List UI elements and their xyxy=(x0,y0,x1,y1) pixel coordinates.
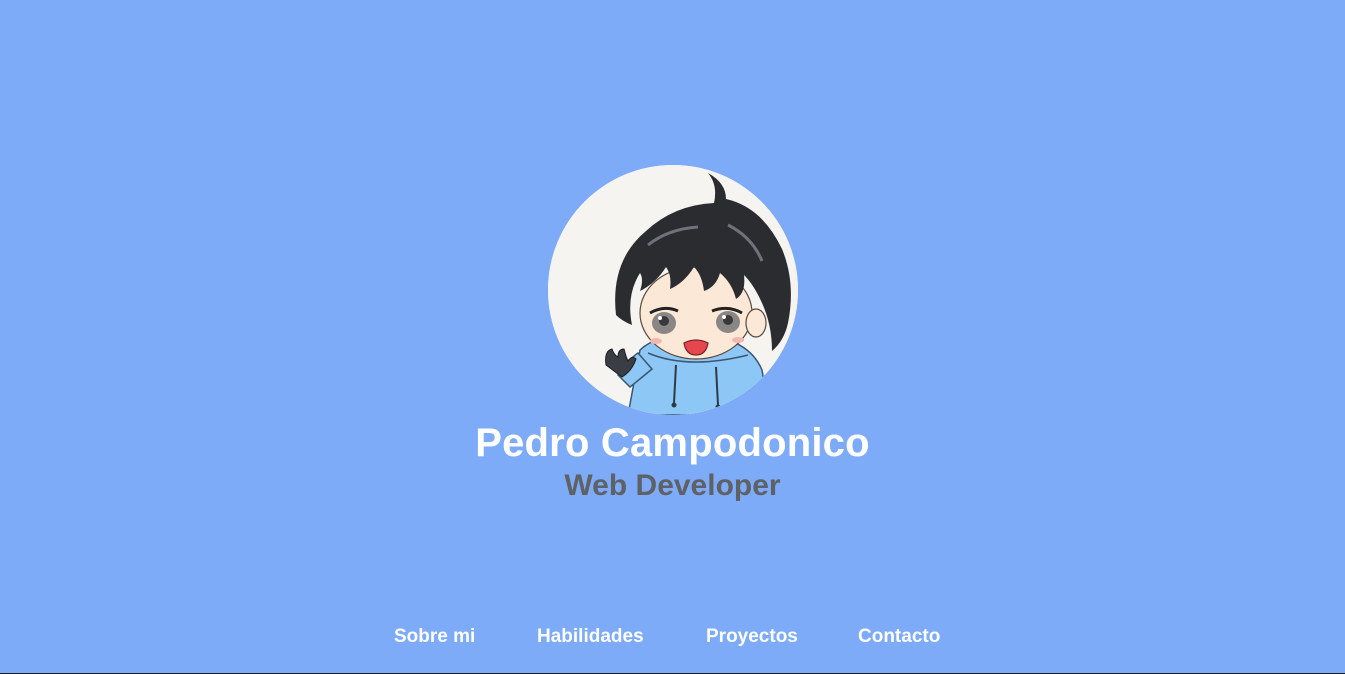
cartoon-boy-avatar-icon xyxy=(548,165,798,415)
hero-section: Pedro Campodonico Web Developer Sobre mi… xyxy=(0,0,1345,673)
nav-link-habilidades[interactable]: Habilidades xyxy=(537,624,644,650)
profile-name: Pedro Campodonico xyxy=(475,421,870,465)
profile-role: Web Developer xyxy=(564,469,781,502)
nav-link-proyectos[interactable]: Proyectos xyxy=(706,624,798,650)
main-navigation: Sobre mi Habilidades Proyectos Contacto xyxy=(0,624,1345,652)
nav-link-sobre-mi[interactable]: Sobre mi xyxy=(394,624,475,650)
nav-link-contacto[interactable]: Contacto xyxy=(858,624,940,650)
avatar xyxy=(548,165,798,415)
